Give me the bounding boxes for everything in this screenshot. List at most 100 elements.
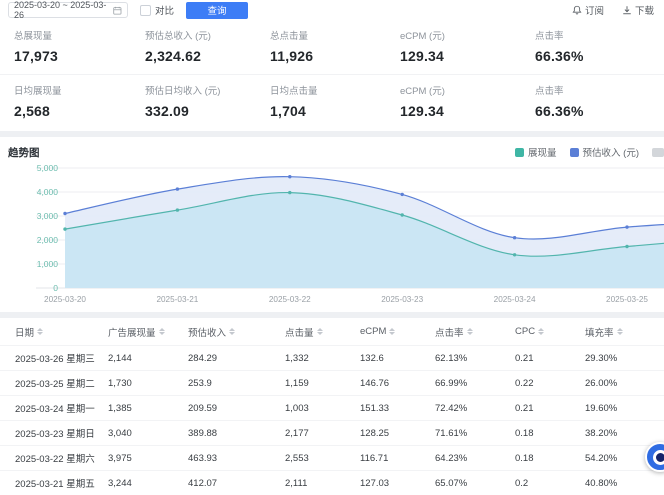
column-header-0[interactable]: 日期 bbox=[15, 325, 108, 339]
table-row[interactable]: 2025-03-25 星期二1,730253.91,159146.7666.99… bbox=[0, 370, 664, 395]
sort-icon[interactable] bbox=[317, 328, 323, 335]
stat-daily-revenue: 预估日均收入 (元) 332.09 bbox=[145, 83, 270, 119]
legend-label: 预估收入 (元) bbox=[583, 145, 639, 159]
stat-total-revenue: 预估总收入 (元) 2,324.62 bbox=[145, 28, 270, 64]
table-cell: 2025-03-23 星期日 bbox=[15, 426, 108, 440]
table-cell: 1,385 bbox=[108, 403, 188, 414]
svg-text:2025-03-23: 2025-03-23 bbox=[381, 295, 423, 304]
table-body: 2025-03-26 星期三2,144284.291,332132.662.13… bbox=[0, 345, 664, 495]
stat-total-impressions: 总展现量 17,973 bbox=[14, 28, 145, 64]
column-header-5[interactable]: 点击率 bbox=[435, 325, 515, 339]
table-cell: 19.60% bbox=[585, 403, 664, 414]
stat-daily-impressions: 日均展现量 2,568 bbox=[14, 83, 145, 119]
table-row[interactable]: 2025-03-24 星期一1,385209.591,003151.3372.4… bbox=[0, 395, 664, 420]
table-row[interactable]: 2025-03-23 星期日3,040389.882,177128.2571.6… bbox=[0, 420, 664, 445]
sort-icon[interactable] bbox=[467, 328, 473, 335]
table-cell: 1,003 bbox=[285, 403, 360, 414]
download-button[interactable]: 下载 bbox=[622, 3, 654, 17]
table-cell: 209.59 bbox=[188, 403, 285, 414]
column-header-3[interactable]: 点击量 bbox=[285, 325, 360, 339]
legend-label: 展现量 bbox=[528, 145, 557, 159]
trend-chart-card: 趋势图 展现量预估收入 (元) 5,0004,0003,0002,0001,00… bbox=[0, 137, 664, 312]
stat-daily-ctr: 点击率 66.36% bbox=[535, 83, 664, 119]
table-cell: 253.9 bbox=[188, 378, 285, 389]
svg-text:2025-03-21: 2025-03-21 bbox=[156, 295, 198, 304]
table-cell: 1,730 bbox=[108, 378, 188, 389]
table-cell: 2025-03-24 星期一 bbox=[15, 401, 108, 415]
stat-daily-clicks: 日均点击量 1,704 bbox=[270, 83, 400, 119]
table-cell: 26.00% bbox=[585, 378, 664, 389]
subscribe-bell-icon bbox=[572, 5, 582, 15]
trend-area-chart[interactable]: 5,0004,0003,0002,0001,00002025-03-202025… bbox=[0, 160, 664, 312]
svg-text:5,000: 5,000 bbox=[37, 163, 59, 173]
table-cell: 2,177 bbox=[285, 428, 360, 439]
date-range-input[interactable]: 2025-03-20 ~ 2025-03-26 bbox=[8, 2, 128, 18]
sort-icon[interactable] bbox=[159, 328, 165, 335]
svg-text:4,000: 4,000 bbox=[37, 187, 59, 197]
toolbar: 2025-03-20 ~ 2025-03-26 对比 查询 订阅 下载 bbox=[0, 0, 664, 20]
daily-stats-table: 日期广告展现量预估收入 点击量 eCPM 点击率 CPC 填充率 2025-03-26 星… bbox=[0, 318, 664, 495]
column-label: eCPM bbox=[360, 326, 386, 337]
sort-icon[interactable] bbox=[617, 328, 623, 335]
table-cell: 3,040 bbox=[108, 428, 188, 439]
sort-icon[interactable] bbox=[389, 328, 395, 335]
table-cell: 127.03 bbox=[360, 478, 435, 489]
summary-row-total: 总展现量 17,973 预估总收入 (元) 2,324.62 总点击量 11,9… bbox=[0, 20, 664, 74]
query-button[interactable]: 查询 bbox=[186, 2, 248, 19]
svg-text:2025-03-20: 2025-03-20 bbox=[44, 295, 86, 304]
column-header-2[interactable]: 预估收入 bbox=[188, 325, 285, 339]
table-cell: 463.93 bbox=[188, 453, 285, 464]
table-cell: 3,975 bbox=[108, 453, 188, 464]
column-label: 点击量 bbox=[285, 325, 314, 339]
stat-ctr: 点击率 66.36% bbox=[535, 28, 664, 64]
svg-text:2025-03-22: 2025-03-22 bbox=[269, 295, 311, 304]
summary-row-daily: 日均展现量 2,568 预估日均收入 (元) 332.09 日均点击量 1,70… bbox=[0, 75, 664, 129]
table-cell: 72.42% bbox=[435, 403, 515, 414]
table-cell: 2,144 bbox=[108, 353, 188, 364]
subscribe-button[interactable]: 订阅 bbox=[572, 3, 604, 17]
subscribe-label: 订阅 bbox=[585, 3, 604, 17]
table-cell: 132.6 bbox=[360, 353, 435, 364]
table-cell: 2,553 bbox=[285, 453, 360, 464]
column-header-6[interactable]: CPC bbox=[515, 326, 585, 337]
table-cell: 284.29 bbox=[188, 353, 285, 364]
table-cell: 128.25 bbox=[360, 428, 435, 439]
svg-text:2025-03-24: 2025-03-24 bbox=[494, 295, 536, 304]
date-range-value: 2025-03-20 ~ 2025-03-26 bbox=[14, 0, 113, 20]
column-header-7[interactable]: 填充率 bbox=[585, 325, 664, 339]
table-cell: 38.20% bbox=[585, 428, 664, 439]
compare-toggle[interactable]: 对比 bbox=[140, 3, 174, 17]
table-cell: 0.21 bbox=[515, 403, 585, 414]
column-label: CPC bbox=[515, 326, 535, 337]
sort-icon[interactable] bbox=[229, 328, 235, 335]
calendar-icon bbox=[113, 6, 122, 15]
table-cell: 62.13% bbox=[435, 353, 515, 364]
table-row[interactable]: 2025-03-26 星期三2,144284.291,332132.662.13… bbox=[0, 345, 664, 370]
legend-swatch bbox=[570, 148, 579, 157]
table-cell: 146.76 bbox=[360, 378, 435, 389]
svg-text:3,000: 3,000 bbox=[37, 211, 59, 221]
sort-icon[interactable] bbox=[37, 328, 43, 335]
table-cell: 1,159 bbox=[285, 378, 360, 389]
table-cell: 2025-03-26 星期三 bbox=[15, 351, 108, 365]
table-cell: 0.2 bbox=[515, 478, 585, 489]
column-header-4[interactable]: eCPM bbox=[360, 326, 435, 337]
column-label: 点击率 bbox=[435, 325, 464, 339]
sort-icon[interactable] bbox=[538, 328, 544, 335]
table-cell: 65.07% bbox=[435, 478, 515, 489]
legend-item-0[interactable]: 展现量 bbox=[515, 145, 557, 159]
compare-checkbox[interactable] bbox=[140, 5, 151, 16]
download-label: 下载 bbox=[635, 3, 654, 17]
table-cell: 71.61% bbox=[435, 428, 515, 439]
column-label: 预估收入 bbox=[188, 325, 226, 339]
floating-widget-icon bbox=[653, 450, 664, 465]
legend-extra-swatch[interactable] bbox=[652, 148, 664, 157]
table-header-row: 日期广告展现量预估收入 点击量 eCPM 点击率 CPC 填充率 bbox=[0, 318, 664, 345]
summary-panel: 总展现量 17,973 预估总收入 (元) 2,324.62 总点击量 11,9… bbox=[0, 20, 664, 131]
table-row[interactable]: 2025-03-22 星期六3,975463.932,553116.7164.2… bbox=[0, 445, 664, 470]
table-row[interactable]: 2025-03-21 星期五3,244412.072,111127.0365.0… bbox=[0, 470, 664, 495]
svg-text:1,000: 1,000 bbox=[37, 259, 59, 269]
svg-text:2025-03-25: 2025-03-25 bbox=[606, 295, 648, 304]
legend-item-1[interactable]: 预估收入 (元) bbox=[570, 145, 639, 159]
column-header-1[interactable]: 广告展现量 bbox=[108, 325, 188, 339]
